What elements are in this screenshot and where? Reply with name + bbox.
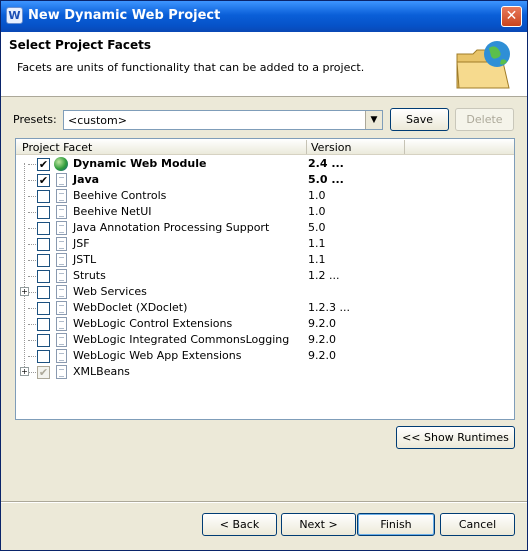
facet-version[interactable]: 1.0 <box>308 189 326 202</box>
page-description: Facets are units of functionality that c… <box>17 61 365 74</box>
facet-name: Java Annotation Processing Support <box>73 221 270 234</box>
facet-version[interactable]: 1.2 ... <box>308 269 339 282</box>
table-row[interactable]: WebDoclet (XDoclet) 1.2.3 ... <box>16 300 514 316</box>
facet-version[interactable]: 1.0 <box>308 205 326 218</box>
table-row[interactable]: + Web Services <box>16 284 514 300</box>
facet-checkbox[interactable] <box>37 334 50 347</box>
table-row[interactable]: Java Annotation Processing Support 5.0 <box>16 220 514 236</box>
file-icon <box>56 173 67 187</box>
column-divider <box>404 140 405 154</box>
file-icon <box>56 285 67 299</box>
facet-checkbox[interactable] <box>37 190 50 203</box>
column-header-version[interactable]: Version <box>311 141 351 154</box>
file-icon <box>56 269 67 283</box>
globe-icon <box>54 157 68 171</box>
facet-checkbox[interactable]: ✔ <box>37 158 50 171</box>
table-row[interactable]: JSF 1.1 <box>16 236 514 252</box>
file-icon <box>56 221 67 235</box>
column-header-facet[interactable]: Project Facet <box>22 141 92 154</box>
facet-version[interactable]: 1.1 <box>308 237 326 250</box>
facet-version[interactable]: 9.2.0 <box>308 317 336 330</box>
dialog-window: W New Dynamic Web Project ✕ Select Proje… <box>0 0 528 551</box>
facet-name: Beehive Controls <box>73 189 167 202</box>
table-row[interactable]: + ✔ XMLBeans <box>16 364 514 380</box>
column-divider <box>306 140 307 154</box>
facet-name: JSF <box>73 237 90 250</box>
file-icon <box>56 237 67 251</box>
facet-checkbox[interactable] <box>37 238 50 251</box>
app-icon: W <box>6 7 23 24</box>
facet-name: XMLBeans <box>73 365 130 378</box>
show-runtimes-button[interactable]: << Show Runtimes <box>396 426 515 449</box>
facet-checkbox[interactable]: ✔ <box>37 174 50 187</box>
presets-label: Presets: <box>13 113 57 126</box>
facet-name: WebLogic Web App Extensions <box>73 349 242 362</box>
facet-version[interactable]: 5.0 ... <box>308 173 344 186</box>
file-icon <box>56 317 67 331</box>
facet-checkbox[interactable] <box>37 222 50 235</box>
file-icon <box>56 365 67 379</box>
facet-name: WebLogic Integrated CommonsLogging <box>73 333 290 346</box>
file-icon <box>56 349 67 363</box>
footer-separator <box>1 501 527 503</box>
facet-checkbox[interactable] <box>37 318 50 331</box>
page-title: Select Project Facets <box>9 38 152 52</box>
facet-name: Web Services <box>73 285 147 298</box>
table-row[interactable]: WebLogic Control Extensions 9.2.0 <box>16 316 514 332</box>
facet-checkbox[interactable] <box>37 302 50 315</box>
table-row[interactable]: Struts 1.2 ... <box>16 268 514 284</box>
file-icon <box>56 333 67 347</box>
title-bar[interactable]: W New Dynamic Web Project ✕ <box>1 1 527 32</box>
back-button[interactable]: < Back <box>202 513 277 536</box>
facet-version[interactable]: 2.4 ... <box>308 157 344 170</box>
folder-globe-icon <box>456 41 510 89</box>
save-button[interactable]: Save <box>390 108 449 131</box>
table-row[interactable]: Beehive Controls 1.0 <box>16 188 514 204</box>
table-row[interactable]: Beehive NetUI 1.0 <box>16 204 514 220</box>
file-icon <box>56 253 67 267</box>
file-icon <box>56 301 67 315</box>
facet-name: Beehive NetUI <box>73 205 152 218</box>
facet-checkbox[interactable] <box>37 254 50 267</box>
window-title: New Dynamic Web Project <box>28 8 221 23</box>
facet-checkbox[interactable] <box>37 286 50 299</box>
facets-table: Project Facet Version ✔ Dynamic Web Modul… <box>15 138 515 420</box>
table-row[interactable]: ✔ Dynamic Web Module 2.4 ... <box>16 156 514 172</box>
file-icon <box>56 189 67 203</box>
cancel-button[interactable]: Cancel <box>440 513 515 536</box>
presets-value: <custom> <box>68 114 127 127</box>
facet-name: WebDoclet (XDoclet) <box>73 301 188 314</box>
facet-checkbox[interactable] <box>37 270 50 283</box>
table-row[interactable]: ✔ Java 5.0 ... <box>16 172 514 188</box>
facet-name: Struts <box>73 269 106 282</box>
facet-version[interactable]: 1.2.3 ... <box>308 301 350 314</box>
facet-version[interactable]: 9.2.0 <box>308 333 336 346</box>
file-icon <box>56 205 67 219</box>
delete-button[interactable]: Delete <box>455 108 514 131</box>
presets-combo[interactable]: <custom> ▼ <box>63 110 383 130</box>
facet-name: Dynamic Web Module <box>73 157 207 170</box>
facet-version[interactable]: 9.2.0 <box>308 349 336 362</box>
next-button[interactable]: Next > <box>281 513 356 536</box>
facet-checkbox[interactable] <box>37 350 50 363</box>
table-row[interactable]: JSTL 1.1 <box>16 252 514 268</box>
close-button[interactable]: ✕ <box>501 6 522 27</box>
table-row[interactable]: WebLogic Web App Extensions 9.2.0 <box>16 348 514 364</box>
chevron-down-icon[interactable]: ▼ <box>365 111 382 129</box>
facet-name: WebLogic Control Extensions <box>73 317 233 330</box>
facet-name: JSTL <box>73 253 97 266</box>
facet-version[interactable]: 5.0 <box>308 221 326 234</box>
facet-name: Java <box>73 173 100 186</box>
wizard-header: Select Project Facets Facets are units o… <box>1 32 527 97</box>
finish-button[interactable]: Finish <box>357 513 435 536</box>
facet-checkbox[interactable] <box>37 206 50 219</box>
facet-version[interactable]: 1.1 <box>308 253 326 266</box>
facet-checkbox[interactable]: ✔ <box>37 366 50 379</box>
table-row[interactable]: WebLogic Integrated CommonsLogging 9.2.0 <box>16 332 514 348</box>
table-header: Project Facet Version <box>16 139 514 155</box>
